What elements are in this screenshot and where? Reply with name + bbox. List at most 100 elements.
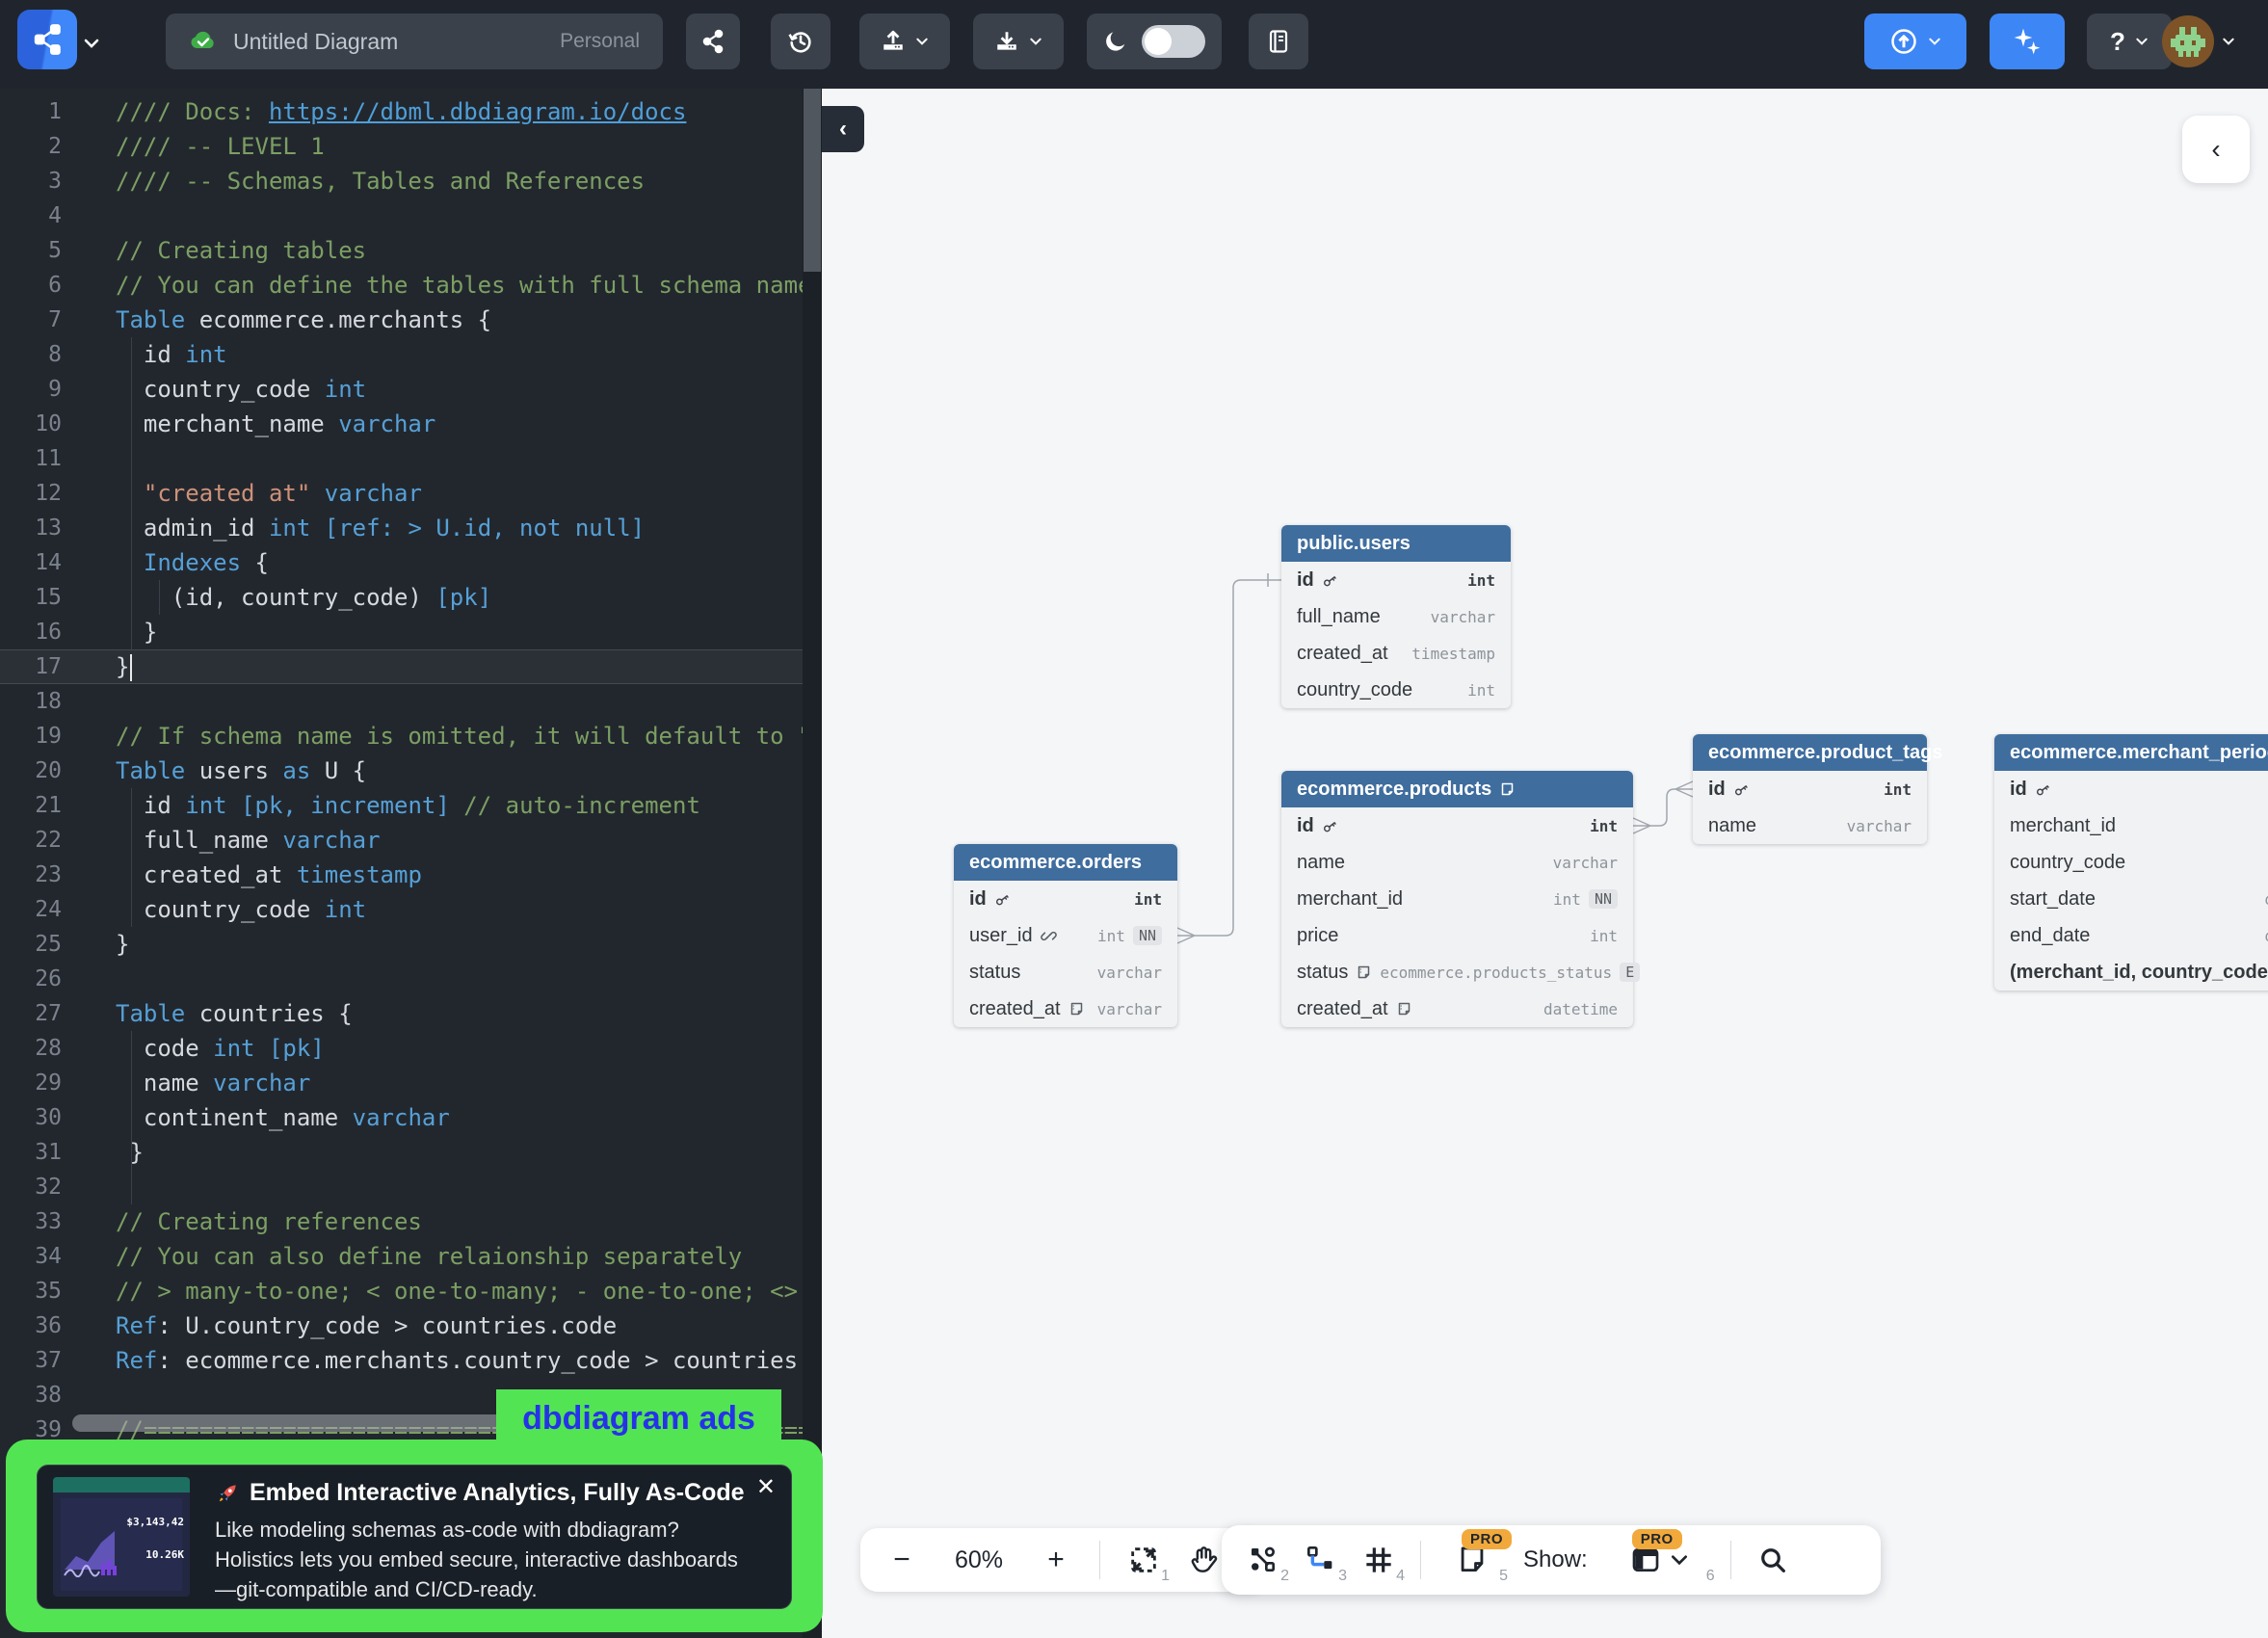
connector-style-button[interactable]: 3 [1305,1539,1337,1581]
table-field-row[interactable]: merchant_idintNN [1281,881,1633,917]
db-table[interactable]: ecommerce.merchant_periodsidintmerchant_… [1994,734,2268,991]
share-button[interactable] [686,13,740,69]
right-panel-toggle-button[interactable]: ‹ [2182,116,2250,183]
dbdiagram-logo[interactable] [17,10,77,69]
code-line[interactable]: 36Ref: U.country_code > countries.code [0,1308,822,1343]
code-line[interactable]: 18 [0,684,822,719]
code-line[interactable]: 30 continent_name varchar [0,1100,822,1135]
code-line[interactable]: 20Table users as U { [0,753,822,788]
code-line[interactable]: 33// Creating references [0,1204,822,1239]
import-button[interactable] [859,13,950,69]
ad-banner[interactable]: ✕ $3,143,42 10.26K Em [6,1440,823,1632]
table-field-row[interactable]: statusecommerce.products_statusE [1281,954,1633,991]
publish-button[interactable] [1864,13,1966,69]
code-line[interactable]: 23 created_at timestamp [0,858,822,892]
code-line[interactable]: 14 Indexes { [0,545,822,580]
table-field-row[interactable]: namevarchar [1281,844,1633,881]
code-line[interactable]: 2//// -- LEVEL 1 [0,129,822,164]
table-field-row[interactable]: (merchant_id, country_code) [1994,954,2268,991]
editor-vertical-scrollbar-thumb[interactable] [804,89,821,272]
code-line[interactable]: 15 (id, country_code) [pk] [0,580,822,615]
ai-assistant-button[interactable] [1990,13,2065,69]
editor-vertical-scrollbar[interactable] [803,89,822,1638]
code-line[interactable]: 32 [0,1170,822,1204]
code-line[interactable]: 28 code int [pk] [0,1031,822,1066]
help-button[interactable]: ? [2087,13,2172,69]
table-header[interactable]: ecommerce.merchant_periods [1994,734,2268,771]
zoom-in-button[interactable]: + [1040,1539,1072,1581]
user-avatar[interactable] [2162,15,2235,67]
code-line[interactable]: 22 full_name varchar [0,823,822,858]
table-field-row[interactable]: idint [954,881,1177,917]
code-line[interactable]: 34// You can also define relaionship sep… [0,1239,822,1274]
table-field-row[interactable]: idint [1281,562,1511,598]
code-line[interactable]: 5// Creating tables [0,233,822,268]
code-line[interactable]: 1//// Docs: https://dbml.dbdiagram.io/do… [0,94,822,129]
table-field-row[interactable]: full_namevarchar [1281,598,1511,635]
diagram-canvas[interactable]: public.usersidintfull_namevarcharcreated… [822,89,2268,1638]
table-field-row[interactable]: idint [1281,807,1633,844]
table-field-row[interactable]: user_idintNN [954,917,1177,954]
db-table[interactable]: ecommerce.product_tagsidintnamevarchar [1693,734,1927,844]
db-table[interactable]: ecommerce.productsidintnamevarcharmercha… [1281,771,1633,1027]
diagram-title[interactable]: Untitled Diagram [233,29,544,55]
toggle-track[interactable] [1142,25,1205,58]
code-line[interactable]: 37Ref: ecommerce.merchants.country_code … [0,1343,822,1378]
code-line[interactable]: 4 [0,198,822,233]
code-line[interactable]: 29 name varchar [0,1066,822,1100]
code-line[interactable]: 35// > many-to-one; < one-to-many; - one… [0,1274,822,1308]
table-field-row[interactable]: idint [1693,771,1927,807]
table-field-row[interactable]: statusvarchar [954,954,1177,991]
history-button[interactable] [771,13,831,69]
dark-mode-toggle[interactable] [1087,13,1222,69]
table-header[interactable]: ecommerce.product_tags [1693,734,1927,771]
auto-arrange-button[interactable]: 2 [1247,1539,1279,1581]
table-field-row[interactable]: created_atvarchar [954,991,1177,1027]
grid-button[interactable]: 4 [1362,1539,1395,1581]
code-line[interactable]: 6// You can define the tables with full … [0,268,822,303]
code-line[interactable]: 8 id int [0,337,822,372]
code-line[interactable]: 13 admin_id int [ref: > U.id, not null] [0,511,822,545]
sticky-note-button[interactable]: PRO 5 [1446,1539,1498,1581]
logo-chevron-down-icon[interactable] [83,37,100,50]
db-table[interactable]: ecommerce.ordersidintuser_idintNNstatusv… [954,844,1177,1027]
table-field-row[interactable]: start_datedate [1994,881,2268,917]
table-field-row[interactable]: end_datedate [1994,917,2268,954]
code-line[interactable]: 21 id int [pk, increment] // auto-increm… [0,788,822,823]
code-line[interactable]: 27Table countries { [0,996,822,1031]
search-button[interactable] [1756,1539,1789,1581]
code-line[interactable]: 3//// -- Schemas, Tables and References [0,164,822,198]
fit-to-screen-button[interactable]: 1 [1127,1539,1160,1581]
code-line[interactable]: 16 } [0,615,822,649]
code-line[interactable]: 10 merchant_name varchar [0,407,822,441]
table-field-row[interactable]: merchant_idint [1994,807,2268,844]
ad-close-icon[interactable]: ✕ [756,1473,776,1501]
editor-collapse-button[interactable]: ‹ [822,106,864,152]
code-line[interactable]: 19// If schema name is omitted, it will … [0,719,822,753]
table-field-row[interactable]: namevarchar [1693,807,1927,844]
table-field-row[interactable]: country_codeint [1994,844,2268,881]
table-field-row[interactable]: country_codeint [1281,672,1511,708]
code-line[interactable]: 31 } [0,1135,822,1170]
code-line[interactable]: 9 country_code int [0,372,822,407]
table-field-row[interactable]: priceint [1281,917,1633,954]
table-field-row[interactable]: created_atdatetime [1281,991,1633,1027]
code-line[interactable]: 11 [0,441,822,476]
diagram-title-field[interactable]: Untitled Diagram Personal [166,13,663,69]
ad-content[interactable]: ✕ $3,143,42 10.26K Em [37,1465,792,1609]
code-line[interactable]: 25} [0,927,822,962]
code-line[interactable]: 7Table ecommerce.merchants { [0,303,822,337]
table-field-row[interactable]: created_attimestamp [1281,635,1511,672]
db-table[interactable]: public.usersidintfull_namevarcharcreated… [1281,525,1511,708]
code-line[interactable]: 17} [0,649,822,684]
zoom-out-button[interactable]: − [885,1539,918,1581]
code-line[interactable]: 12 "created at" varchar [0,476,822,511]
code-line[interactable]: 26 [0,962,822,996]
table-display-mode-dropdown[interactable]: PRO 6 [1613,1539,1705,1581]
code-line[interactable]: 24 country_code int [0,892,822,927]
table-field-row[interactable]: idint [1994,771,2268,807]
table-header[interactable]: ecommerce.orders [954,844,1177,881]
table-header[interactable]: public.users [1281,525,1511,562]
export-button[interactable] [973,13,1064,69]
docs-button[interactable] [1249,13,1308,69]
